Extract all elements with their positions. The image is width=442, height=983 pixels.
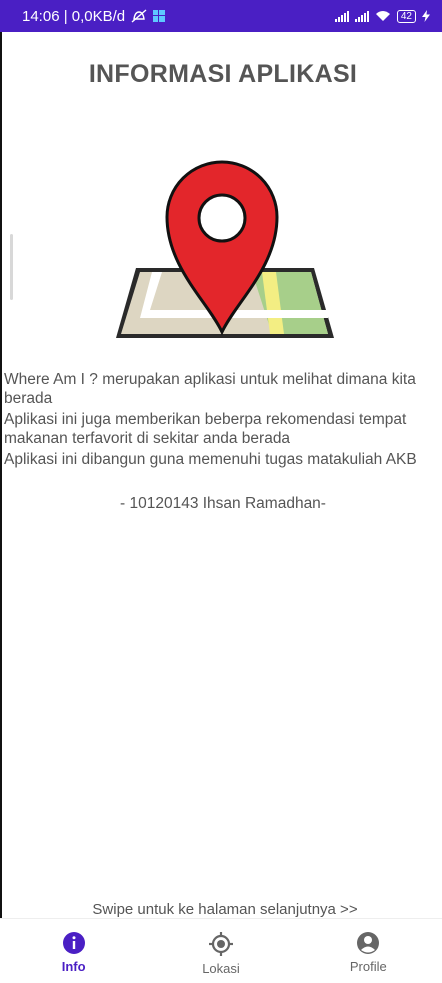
signal-icon-2 bbox=[354, 10, 369, 22]
bottom-navigation: Info Lokasi Profile bbox=[0, 918, 442, 983]
charging-icon bbox=[422, 10, 430, 22]
status-left: 14:06 | 0,0KB/d bbox=[22, 7, 166, 25]
scroll-indicator bbox=[10, 234, 13, 300]
main-content: INFORMASI APLIKASI Where Am I ? merupaka… bbox=[0, 32, 442, 918]
nav-item-info[interactable]: Info bbox=[0, 919, 147, 983]
map-pin-illustration bbox=[116, 160, 334, 338]
battery-icon: 42 bbox=[396, 9, 416, 23]
status-right: 42 bbox=[334, 9, 430, 23]
signal-icon bbox=[334, 10, 349, 22]
nav-label: Info bbox=[61, 959, 86, 974]
mute-icon bbox=[131, 9, 147, 23]
nav-item-lokasi[interactable]: Lokasi bbox=[147, 919, 294, 983]
description-line: Where Am I ? merupakan aplikasi untuk me… bbox=[4, 371, 416, 407]
author-credit: - 10120143 Ihsan Ramadhan- bbox=[120, 495, 326, 512]
location-target-icon bbox=[208, 932, 233, 956]
nav-item-profile[interactable]: Profile bbox=[295, 919, 442, 983]
page-title: INFORMASI APLIKASI bbox=[88, 60, 358, 88]
app-description: Where Am I ? merupakan aplikasi untuk me… bbox=[4, 370, 440, 471]
nav-label: Profile bbox=[349, 959, 387, 974]
wifi-icon bbox=[375, 11, 390, 21]
status-time: 14:06 | 0,0KB/d bbox=[22, 7, 126, 25]
nav-label: Lokasi bbox=[202, 961, 240, 976]
description-line: Aplikasi ini juga memberikan beberpa rek… bbox=[4, 411, 407, 447]
description-line: Aplikasi ini dibangun guna memenuhi tuga… bbox=[4, 451, 417, 468]
profile-icon bbox=[357, 932, 380, 954]
status-bar: 14:06 | 0,0KB/d 42 bbox=[0, 0, 442, 32]
windows-icon bbox=[153, 10, 166, 22]
swipe-hint: Swipe untuk ke halaman selanjutnya >> bbox=[92, 901, 358, 918]
info-icon bbox=[62, 932, 85, 954]
